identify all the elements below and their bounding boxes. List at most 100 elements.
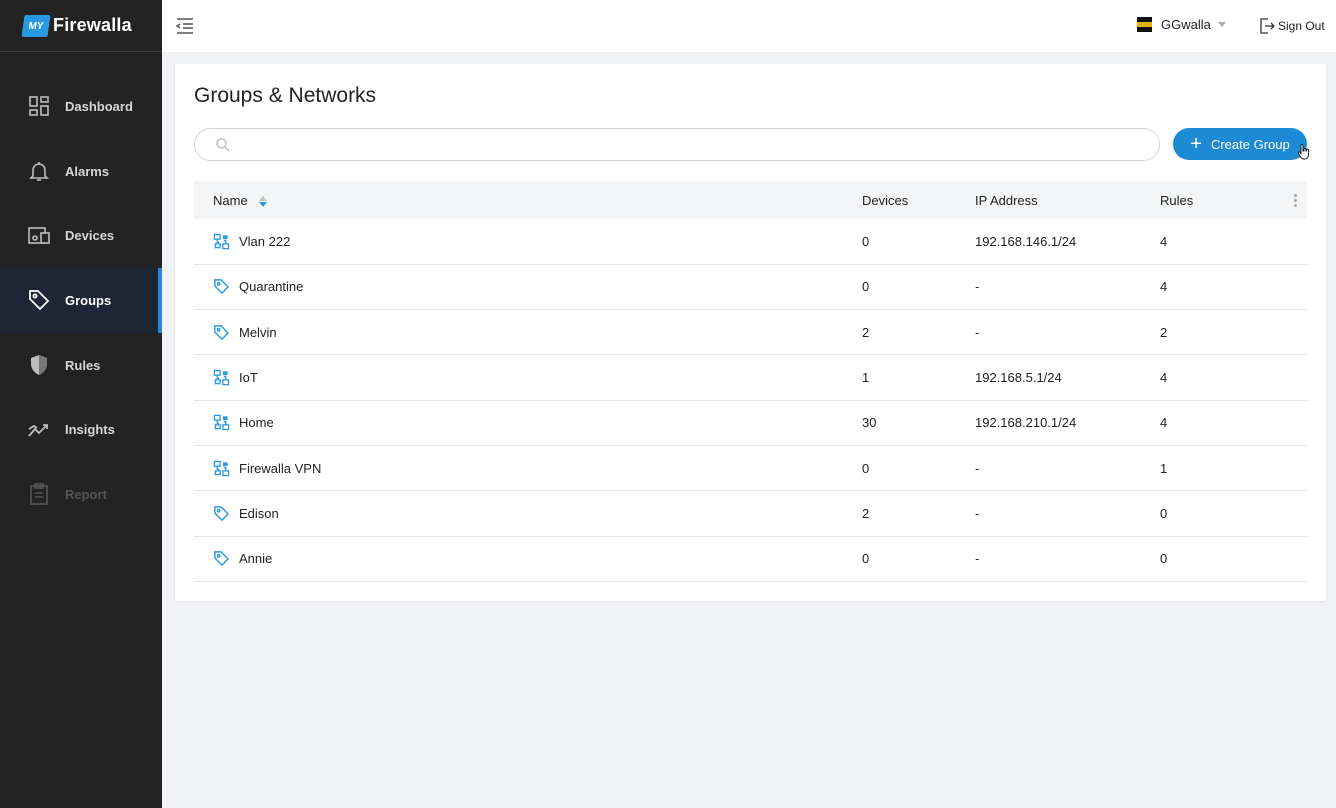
network-icon [213, 415, 230, 431]
cell-ip-address: - [975, 460, 980, 476]
cell-name: Home [194, 400, 862, 445]
sidebar-item-report[interactable]: Report [0, 462, 162, 527]
sign-out-label: Sign Out [1278, 19, 1325, 33]
clipboard-icon [30, 483, 48, 506]
tag-icon [29, 290, 50, 311]
header-devices: Devices [862, 192, 909, 208]
cell-devices: 1 [862, 370, 870, 386]
cell-options [1290, 491, 1307, 536]
sidebar-item-label: Dashboard [65, 98, 133, 114]
sidebar-item-dashboard[interactable]: Dashboard [0, 74, 162, 139]
sort-icon[interactable] [259, 195, 268, 207]
header-rules: Rules [1160, 192, 1194, 208]
bell-icon [29, 162, 49, 181]
sidebar-item-alarms[interactable]: Alarms [0, 139, 162, 204]
page-title: Groups & Networks [194, 84, 377, 107]
cell-name: Vlan 222 [194, 219, 862, 264]
sidebar-item-devices[interactable]: Devices [0, 203, 162, 268]
tag-icon [214, 324, 230, 340]
sidebar-item-insights[interactable]: Insights [0, 397, 162, 462]
table-row[interactable]: Melvin 2 - 2 [194, 310, 1307, 355]
row-name[interactable]: IoT [239, 370, 258, 385]
sidebar-item-groups[interactable]: Groups [0, 268, 162, 333]
network-icon [213, 369, 230, 386]
cell-ip-address: - [975, 551, 980, 567]
chevron-down-icon [1217, 22, 1226, 27]
sidebar-item-label: Devices [65, 228, 115, 244]
cell-ip-address: - [975, 279, 980, 295]
cell-name: Firewalla VPN [194, 445, 862, 490]
sidebar-item-label: Report [65, 486, 107, 502]
table-row[interactable]: Firewalla VPN 0 - 1 [194, 445, 1307, 491]
cell-ip-address: - [975, 505, 980, 521]
sidebar-item-rules[interactable]: Rules [0, 333, 162, 398]
groups-table: Name Devices IP Address Rules Vlan 222 0 1… [194, 181, 1307, 582]
more-options-icon[interactable] [1290, 193, 1300, 207]
cell-name: IoT [194, 355, 862, 400]
sign-out-icon [1260, 18, 1275, 34]
hand-cursor-icon [1297, 144, 1309, 160]
cell-name: Annie [194, 536, 862, 581]
header-name-label: Name [213, 192, 248, 208]
header-name[interactable]: Name [194, 181, 862, 219]
cell-devices: 30 [862, 415, 877, 431]
cell-name: Edison [194, 491, 862, 536]
dashboard-icon [29, 96, 49, 117]
trend-icon [28, 423, 48, 437]
row-name[interactable]: Vlan 222 [239, 234, 290, 249]
row-name[interactable]: Edison [239, 506, 279, 521]
cell-rules: 4 [1160, 233, 1168, 249]
row-name[interactable]: Melvin [239, 325, 277, 340]
table-row[interactable]: Home 30 192.168.210.1/24 4 [194, 400, 1307, 446]
brand-name: Firewalla [53, 15, 132, 35]
row-name[interactable]: Quarantine [239, 279, 303, 294]
cell-options [1290, 536, 1307, 581]
table-row[interactable]: Vlan 222 0 192.168.146.1/24 4 [194, 219, 1307, 265]
groups-card: Groups & Networks + Create Group Name De… [175, 64, 1326, 601]
row-name[interactable]: Firewalla VPN [239, 461, 321, 476]
create-group-button[interactable]: + Create Group [1173, 128, 1307, 160]
cell-devices: 0 [862, 551, 870, 567]
cell-options [1290, 310, 1307, 355]
table-row[interactable]: Edison 2 - 0 [194, 491, 1307, 537]
search-input[interactable] [239, 137, 1159, 152]
cell-rules: 4 [1160, 370, 1168, 386]
search-box[interactable] [194, 128, 1160, 161]
row-name[interactable]: Home [239, 415, 274, 430]
cell-rules: 4 [1160, 279, 1168, 295]
sidebar-nav: Dashboard Alarms Devices Groups Rules In… [0, 74, 162, 527]
sidebar-item-label: Alarms [65, 163, 110, 179]
cell-options [1290, 264, 1307, 309]
cell-rules: 1 [1160, 460, 1168, 476]
table-row[interactable]: Quarantine 0 - 4 [194, 264, 1307, 310]
header-options[interactable] [1290, 181, 1307, 219]
org-flag-icon [1137, 17, 1152, 32]
cell-ip-address: - [975, 324, 980, 340]
shield-icon [31, 355, 47, 376]
plus-icon: + [1190, 133, 1202, 155]
sidebar: MY Firewalla Dashboard Alarms Devices Gr… [0, 0, 162, 808]
header-ip-address: IP Address [975, 192, 1038, 208]
cell-devices: 2 [862, 505, 870, 521]
brand-logo[interactable]: MY Firewalla [0, 0, 162, 52]
cell-name: Melvin [194, 310, 862, 355]
cell-rules: 2 [1160, 324, 1168, 340]
search-icon [216, 137, 230, 152]
cell-devices: 0 [862, 279, 870, 295]
sidebar-item-label: Groups [65, 292, 112, 308]
sign-out-button[interactable]: Sign Out [1258, 17, 1325, 35]
row-name[interactable]: Annie [239, 551, 272, 566]
cell-rules: 4 [1160, 415, 1168, 431]
create-group-label: Create Group [1210, 136, 1290, 152]
org-selector[interactable]: GGwalla [1137, 17, 1226, 32]
brand-badge: MY [21, 14, 51, 37]
collapse-menu-icon[interactable] [175, 16, 195, 36]
cell-ip-address: 192.168.5.1/24 [975, 370, 1062, 386]
devices-icon [28, 226, 50, 244]
table-row[interactable]: IoT 1 192.168.5.1/24 4 [194, 355, 1307, 401]
cell-rules: 0 [1160, 505, 1168, 521]
cell-options [1290, 355, 1307, 400]
cell-devices: 0 [862, 460, 870, 476]
topbar: GGwalla Sign Out [162, 0, 1336, 52]
table-row[interactable]: Annie 0 - 0 [194, 536, 1307, 582]
